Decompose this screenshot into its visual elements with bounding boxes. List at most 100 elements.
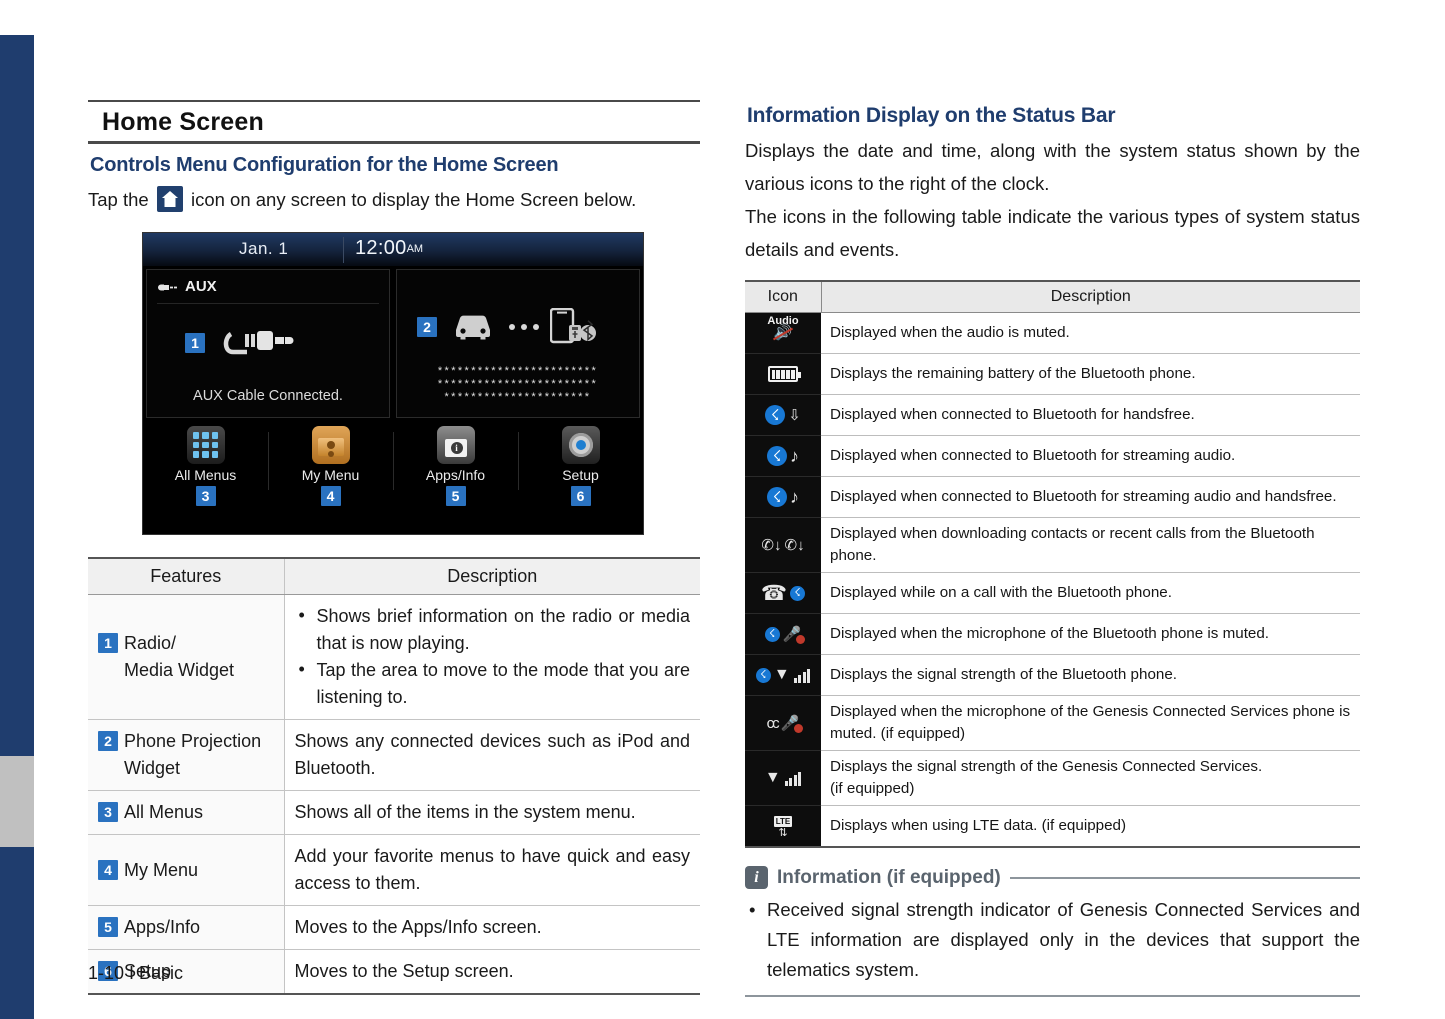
tile-all-menus[interactable]: All Menus 3 bbox=[143, 426, 268, 506]
head-unit-screenshot: Jan. 1 12:00AM AUX 1 AUX Cable Connected… bbox=[142, 232, 644, 535]
col-header-description: Description bbox=[821, 280, 1360, 313]
callout-badge: 3 bbox=[98, 802, 118, 822]
radio-media-widget[interactable]: AUX 1 AUX Cable Connected. bbox=[146, 269, 390, 418]
table-row: Displays the remaining battery of the Bl… bbox=[745, 353, 1360, 395]
col-header-description: Description bbox=[284, 557, 700, 595]
callout-badge: 2 bbox=[98, 731, 118, 751]
table-row: ☇ ⇩ Displayed when connected to Bluetooth… bbox=[745, 394, 1360, 436]
callout-badge-5: 5 bbox=[445, 486, 466, 506]
left-column: Home Screen Controls Menu Configuration … bbox=[88, 100, 700, 995]
table-row: 3 All Menus Shows all of the items in the… bbox=[88, 790, 700, 835]
col-header-features: Features bbox=[88, 557, 285, 595]
description-cell: Displayed when downloading contacts or r… bbox=[821, 517, 1360, 573]
info-icon: i bbox=[745, 866, 768, 889]
list-item: Tap the area to move to the mode that yo… bbox=[295, 656, 690, 711]
status-ampm: AM bbox=[406, 243, 424, 255]
icon-cell: LTE ⇅ bbox=[745, 805, 821, 848]
bluetooth-handsfree-icon: ☇ ⇩ bbox=[765, 398, 801, 432]
features-table: Features Description 1 Radio/ Media Widge… bbox=[88, 557, 700, 995]
description-cell: Add your favorite menus to have quick an… bbox=[284, 834, 700, 906]
bluetooth-mic-mute-icon: ☇ 🎤 bbox=[764, 617, 805, 651]
table-row: ☇ 🎤 Displayed when the microphone of the … bbox=[745, 613, 1360, 655]
table-row: ☇ ▼ Displays the signal strength of the … bbox=[745, 654, 1360, 696]
tile-label-apps-info: Apps/Info bbox=[425, 467, 486, 483]
description-cell: Displayed when the microphone of the Blu… bbox=[821, 613, 1360, 655]
callout-badge: 4 bbox=[98, 859, 118, 880]
status-time: 12:00AM bbox=[355, 237, 424, 259]
description-cell: Displayed when connected to Bluetooth fo… bbox=[821, 435, 1360, 477]
status-bar-paragraph-2: The icons in the following table indicat… bbox=[745, 206, 1360, 260]
callout-badge-1: 1 bbox=[185, 333, 205, 353]
callout-badge-3-wrap: 3 bbox=[143, 486, 268, 506]
right-column: Information Display on the Status Bar Di… bbox=[745, 104, 1360, 997]
callout-badge-3: 3 bbox=[195, 486, 216, 506]
callout-badge-4: 4 bbox=[320, 486, 341, 506]
tile-apps-info[interactable]: Apps/Info 5 bbox=[393, 426, 518, 506]
status-bar-heading: Information Display on the Status Bar bbox=[747, 104, 1116, 127]
col-header-icon: Icon bbox=[745, 280, 822, 313]
callout-badge-6-wrap: 6 bbox=[518, 486, 643, 506]
callout-badge-6: 6 bbox=[570, 486, 591, 506]
apps-info-icon bbox=[436, 426, 475, 464]
description-cell: Displays the signal strength of the Gene… bbox=[821, 750, 1360, 806]
description-cell: Shows any connected devices such as iPod… bbox=[284, 719, 700, 791]
edge-tab-lower bbox=[0, 847, 34, 1019]
status-icon-table-header-row: Icon Description bbox=[745, 280, 1360, 313]
tile-my-menu[interactable]: My Menu 4 bbox=[268, 426, 393, 506]
feature-label-line1: Radio/ bbox=[124, 633, 177, 653]
icon-cell: ✆↓ ✆↓ bbox=[745, 517, 821, 573]
tile-setup[interactable]: Setup 6 bbox=[518, 426, 643, 506]
feature-label-line1: Apps/Info bbox=[124, 917, 201, 937]
description-cell: Displayed when the audio is muted. bbox=[821, 312, 1360, 354]
section-heading: Controls Menu Configuration for the Home… bbox=[90, 154, 559, 176]
grid-icon bbox=[186, 426, 225, 464]
chapter-rule-bottom bbox=[88, 141, 700, 144]
table-row: 2 Phone Projection Widget Shows any conne… bbox=[88, 719, 700, 791]
information-note: i Information (if equipped) Received sig… bbox=[745, 866, 1360, 997]
contacts-download-icon: ✆↓ ✆↓ bbox=[761, 537, 805, 554]
aux-content-row: 1 bbox=[185, 328, 297, 358]
list-item: Received signal strength indicator of Ge… bbox=[745, 895, 1360, 985]
information-note-header: i Information (if equipped) bbox=[745, 866, 1360, 889]
table-row: 5 Apps/Info Moves to the Apps/Info screen… bbox=[88, 905, 700, 950]
table-row: ☎ ☇ Displayed while on a call with the Bl… bbox=[745, 572, 1360, 614]
callout-badge: 5 bbox=[98, 917, 118, 937]
table-row: ☇ ♪ Displayed when connected to Bluetooth… bbox=[745, 435, 1360, 477]
bluetooth-audio-icon: ☇ ♪ bbox=[767, 439, 799, 473]
edge-tab-upper bbox=[0, 35, 34, 756]
table-row: ▼ Displays the signal strength of the Ge… bbox=[745, 750, 1360, 806]
icon-cell bbox=[745, 353, 821, 395]
icon-cell: Audio 🔊 bbox=[745, 312, 821, 354]
table-row: ☇ ♪ Displayed when connected to Bluetooth… bbox=[745, 476, 1360, 518]
list-item: Shows brief information on the radio or … bbox=[295, 602, 690, 657]
description-cell: Moves to the Setup screen. bbox=[284, 949, 700, 995]
audio-mute-icon: Audio 🔊 bbox=[767, 315, 799, 341]
feature-cell: 5 Apps/Info bbox=[88, 905, 285, 950]
feature-label-line1: My Menu bbox=[124, 859, 199, 880]
head-unit-status-bar: Jan. 1 12:00AM bbox=[143, 233, 643, 266]
feature-label-line1: All Menus bbox=[124, 802, 204, 822]
status-divider bbox=[343, 237, 344, 263]
icon-cell: ☇ ⇩ bbox=[745, 394, 821, 436]
feature-cell: 4 My Menu bbox=[88, 834, 285, 906]
description-cell: Displays the remaining battery of the Bl… bbox=[821, 353, 1360, 395]
phone-projection-widget[interactable]: 2 ************************ *************… bbox=[396, 269, 640, 418]
edge-tab-active-chapter[interactable] bbox=[0, 756, 34, 847]
description-cell: Shows all of the items in the system men… bbox=[284, 790, 700, 835]
gear-icon bbox=[561, 426, 600, 464]
bluetooth-call-icon: ☎ ☇ bbox=[761, 576, 806, 610]
feature-label-line1: Phone Projection bbox=[124, 731, 262, 751]
gcs-signal-icon: ▼ bbox=[765, 761, 802, 795]
feature-cell: 1 Radio/ Media Widget bbox=[88, 594, 285, 720]
status-icon-table: Icon Description Audio 🔊 Displayed when t… bbox=[745, 280, 1360, 848]
icon-cell: ☇ 🎤 bbox=[745, 613, 821, 655]
callout-badge: 1 bbox=[98, 633, 118, 653]
feature-label-line2: Widget bbox=[124, 758, 181, 778]
intro-paragraph: Tap the icon on any screen to display th… bbox=[88, 183, 700, 216]
aux-caption: AUX Cable Connected. bbox=[193, 388, 343, 404]
icon-cell: ▼ bbox=[745, 750, 821, 806]
feature-cell: 2 Phone Projection Widget bbox=[88, 719, 285, 791]
table-row: cc 🎤 Displayed when the microphone of the… bbox=[745, 695, 1360, 751]
aux-title: AUX bbox=[185, 278, 217, 295]
lte-data-icon: LTE ⇅ bbox=[773, 815, 793, 839]
